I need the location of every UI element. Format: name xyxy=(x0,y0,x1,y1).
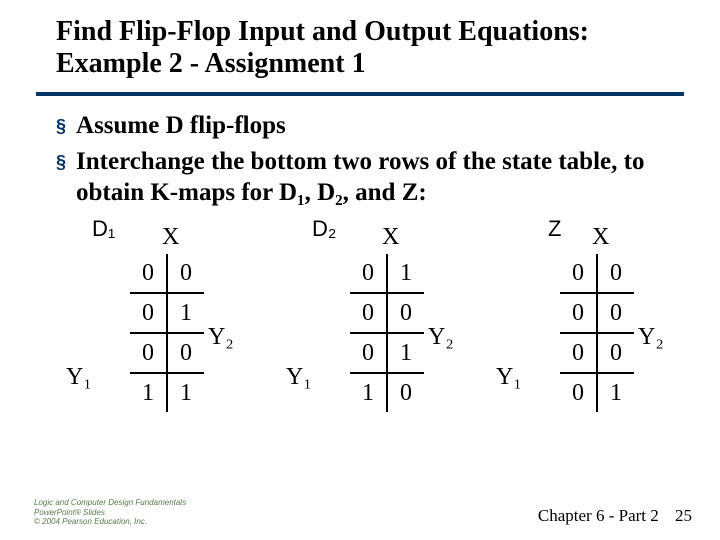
kmap-area: D₁ X Y₁ Y₂ 0 0 0 1 0 0 1 1 xyxy=(0,216,720,466)
chapter-label: Chapter 6 - Part 2 xyxy=(538,506,659,525)
cell: 0 xyxy=(350,254,387,293)
x-axis-label: X xyxy=(162,224,179,251)
x-axis-label: X xyxy=(382,224,399,251)
cell: 1 xyxy=(350,373,387,412)
cell: 0 xyxy=(597,254,634,293)
footer-credit: Logic and Computer Design Fundamentals P… xyxy=(34,498,186,526)
y1-axis-label: Y₁ xyxy=(496,364,522,391)
footer-page: Chapter 6 - Part 2 25 xyxy=(538,506,692,526)
y2-axis-label: Y₂ xyxy=(428,324,454,351)
y2-axis-label: Y₂ xyxy=(638,324,664,351)
bullet-item: § Interchange the bottom two rows of the… xyxy=(56,146,680,209)
kmap-grid: 0 0 0 0 0 0 0 1 xyxy=(560,254,634,412)
cell: 1 xyxy=(167,373,204,412)
cell: 1 xyxy=(597,373,634,412)
title-rule xyxy=(36,92,684,96)
cell: 0 xyxy=(560,373,597,412)
cell: 1 xyxy=(387,333,424,373)
y2-axis-label: Y₂ xyxy=(208,324,234,351)
bullet-list: § Assume D flip-flops § Interchange the … xyxy=(0,110,720,208)
cell: 0 xyxy=(560,333,597,373)
bullet-text: Interchange the bottom two rows of the s… xyxy=(76,146,680,209)
x-axis-label: X xyxy=(592,224,609,251)
kmap-grid: 0 1 0 0 0 1 1 0 xyxy=(350,254,424,412)
cell: 1 xyxy=(167,293,204,333)
cell: 0 xyxy=(387,373,424,412)
kmap-label: D₁ xyxy=(92,216,115,242)
cell: 0 xyxy=(597,333,634,373)
y1-axis-label: Y₁ xyxy=(66,364,92,391)
credit-line: Logic and Computer Design Fundamentals xyxy=(34,498,186,507)
bullet-text: Assume D flip-flops xyxy=(76,110,286,141)
bullet-marker-icon: § xyxy=(56,151,66,174)
kmap-label: Z xyxy=(548,216,561,242)
slide: Find Flip-Flop Input and Output Equation… xyxy=(0,0,720,540)
cell: 0 xyxy=(167,254,204,293)
slide-title: Find Flip-Flop Input and Output Equation… xyxy=(0,0,720,88)
cell: 1 xyxy=(130,373,167,412)
cell: 0 xyxy=(130,254,167,293)
credit-line: PowerPoint® Slides xyxy=(34,508,186,517)
credit-line: © 2004 Pearson Education, Inc. xyxy=(34,517,186,526)
cell: 0 xyxy=(130,333,167,373)
cell: 0 xyxy=(597,293,634,333)
cell: 0 xyxy=(387,293,424,333)
cell: 0 xyxy=(350,333,387,373)
page-number: 25 xyxy=(675,506,692,526)
cell: 0 xyxy=(350,293,387,333)
cell: 0 xyxy=(560,293,597,333)
cell: 0 xyxy=(130,293,167,333)
bullet-item: § Assume D flip-flops xyxy=(56,110,680,141)
y1-axis-label: Y₁ xyxy=(286,364,312,391)
kmap-label: D₂ xyxy=(312,216,336,242)
cell: 0 xyxy=(167,333,204,373)
cell: 1 xyxy=(387,254,424,293)
bullet-marker-icon: § xyxy=(56,115,66,138)
kmap-grid: 0 0 0 1 0 0 1 1 xyxy=(130,254,204,412)
cell: 0 xyxy=(560,254,597,293)
